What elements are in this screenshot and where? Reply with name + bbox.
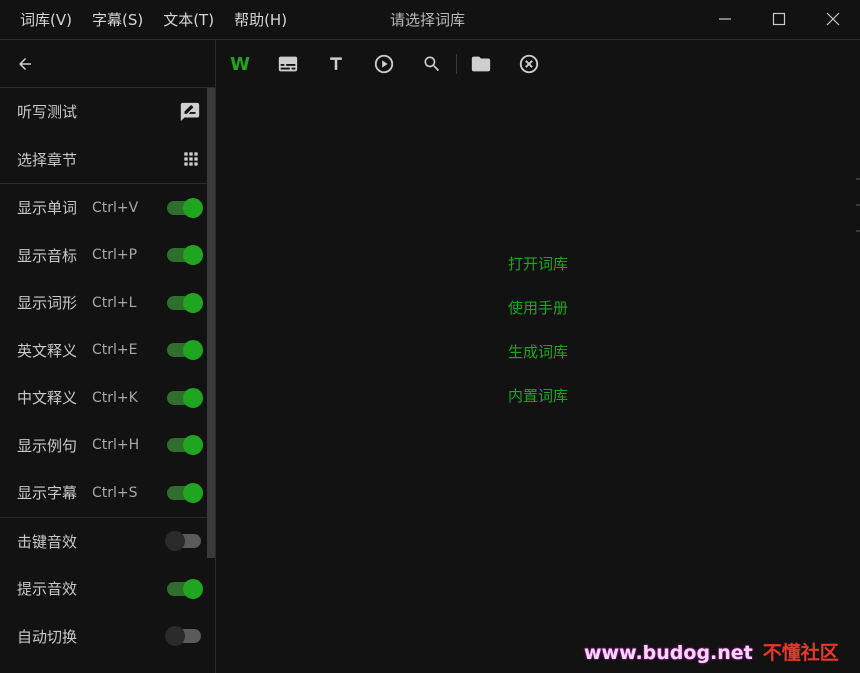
text-icon: [330, 57, 342, 70]
sidebar-section-display: 显示单词 Ctrl+V 显示音标 Ctrl+P 显示词形 Ctrl+L 英文释义…: [0, 184, 215, 518]
setting-label: 显示词形: [17, 294, 78, 313]
setting-auto-switch: 自动切换: [0, 613, 215, 661]
sidebar-section-sound: 击键音效 提示音效 自动切换: [0, 518, 215, 661]
watermark-url: www.budog.net: [584, 642, 753, 664]
setting-keystroke-sound: 击键音效: [0, 518, 215, 566]
window-controls: [698, 0, 860, 40]
play-button[interactable]: [360, 40, 408, 88]
setting-label: 提示音效: [17, 580, 78, 599]
show-example-toggle[interactable]: [167, 435, 203, 456]
setting-english-definition: 英文释义 Ctrl+E: [0, 327, 215, 375]
title-bar: 词库(V) 字幕(S) 文本(T) 帮助(H) 请选择词库: [0, 0, 860, 40]
menu-text[interactable]: 文本(T): [153, 0, 224, 40]
auto-switch-toggle[interactable]: [165, 626, 201, 647]
builtin-vocabulary-link[interactable]: 内置词库: [480, 380, 596, 424]
hint-sound-toggle[interactable]: [167, 578, 203, 599]
close-vocabulary-button[interactable]: [505, 40, 553, 88]
toggle-knob: [183, 340, 203, 361]
word-mode-button[interactable]: W: [216, 40, 264, 88]
subtitles-icon: [278, 56, 298, 72]
sidebar: 听写测试 选择章节 显示单词 Ctrl+V 显示音标 Ctrl+P 显示词形 C…: [0, 40, 216, 673]
play-circle-icon: [374, 54, 394, 74]
setting-label: 显示字幕: [17, 484, 78, 503]
sidebar-item-chapters[interactable]: 选择章节: [0, 136, 215, 184]
edge-tick: [856, 230, 860, 232]
toggle-knob: [165, 626, 185, 647]
english-definition-toggle[interactable]: [167, 340, 203, 361]
toggle-knob: [183, 387, 203, 408]
toggle-knob: [183, 435, 203, 456]
text-mode-button[interactable]: [312, 40, 360, 88]
show-word-toggle[interactable]: [167, 197, 203, 218]
show-subtitles-toggle[interactable]: [167, 482, 203, 503]
shortcut-label: Ctrl+P: [92, 247, 138, 264]
setting-show-subtitles: 显示字幕 Ctrl+S: [0, 469, 215, 517]
generate-vocabulary-link[interactable]: 生成词库: [480, 336, 596, 380]
menu-subtitles[interactable]: 字幕(S): [82, 0, 153, 40]
watermark-name: 不懂社区: [762, 642, 839, 664]
show-phonetic-toggle[interactable]: [167, 245, 203, 266]
setting-label: 显示音标: [17, 246, 78, 265]
rate-review-icon: [180, 102, 200, 121]
shortcut-label: Ctrl+L: [92, 294, 137, 311]
shortcut-label: Ctrl+K: [92, 389, 138, 406]
setting-label: 中文释义: [17, 389, 78, 408]
minimize-icon: [719, 18, 731, 20]
search-button[interactable]: [408, 40, 456, 88]
back-row: [0, 40, 215, 88]
shortcut-label: Ctrl+E: [92, 342, 138, 359]
maximize-icon: [772, 12, 786, 26]
watermark: www.budog.net 不懂社区: [584, 638, 839, 665]
sidebar-item-dictation[interactable]: 听写测试: [0, 88, 215, 136]
setting-show-morphology: 显示词形 Ctrl+L: [0, 279, 215, 327]
sidebar-section-actions: 听写测试 选择章节: [0, 88, 215, 184]
arrow-back-icon[interactable]: [16, 55, 34, 73]
toggle-knob: [183, 482, 203, 503]
sidebar-item-label: 听写测试: [17, 103, 78, 122]
shortcut-label: Ctrl+V: [92, 199, 139, 216]
close-button[interactable]: [806, 0, 860, 38]
folder-icon: [471, 56, 491, 72]
open-vocabulary-link[interactable]: 打开词库: [480, 248, 596, 292]
menu-help[interactable]: 帮助(H): [224, 0, 297, 40]
window-title: 请选择词库: [390, 11, 466, 29]
shortcut-label: Ctrl+H: [92, 437, 140, 454]
setting-chinese-definition: 中文释义 Ctrl+K: [0, 374, 215, 422]
toggle-knob: [183, 245, 203, 266]
start-links: 打开词库 使用手册 生成词库 内置词库: [480, 248, 596, 424]
edge-tick: [856, 204, 860, 206]
subtitles-mode-button[interactable]: [264, 40, 312, 88]
setting-label: 显示例句: [17, 436, 78, 455]
maximize-button[interactable]: [752, 0, 806, 38]
apps-grid-icon: [184, 152, 198, 166]
menu-bar: 词库(V) 字幕(S) 文本(T) 帮助(H): [10, 0, 297, 40]
show-morphology-toggle[interactable]: [167, 292, 203, 313]
user-manual-link[interactable]: 使用手册: [480, 292, 596, 336]
word-icon: W: [230, 53, 250, 75]
setting-show-example: 显示例句 Ctrl+H: [0, 422, 215, 470]
edge-tick: [856, 178, 860, 180]
keystroke-sound-toggle[interactable]: [165, 531, 201, 552]
toolbar: W: [216, 40, 860, 88]
setting-label: 显示单词: [17, 199, 78, 218]
toggle-knob: [183, 578, 203, 599]
setting-label: 击键音效: [17, 532, 78, 551]
toggle-knob: [165, 531, 185, 552]
close-icon: [826, 12, 840, 26]
menu-vocabulary[interactable]: 词库(V): [10, 0, 82, 40]
chinese-definition-toggle[interactable]: [167, 387, 203, 408]
toggle-knob: [183, 292, 203, 313]
cancel-circle-icon: [519, 54, 539, 74]
minimize-button[interactable]: [698, 0, 752, 38]
search-icon: [424, 56, 440, 72]
sidebar-item-label: 选择章节: [17, 150, 78, 169]
open-folder-button[interactable]: [457, 40, 505, 88]
setting-label: 自动切换: [17, 627, 78, 646]
setting-label: 英文释义: [17, 341, 78, 360]
setting-show-phonetic: 显示音标 Ctrl+P: [0, 232, 215, 280]
shortcut-label: Ctrl+S: [92, 484, 138, 501]
toggle-knob: [183, 197, 203, 218]
setting-show-word: 显示单词 Ctrl+V: [0, 184, 215, 232]
setting-hint-sound: 提示音效: [0, 565, 215, 613]
